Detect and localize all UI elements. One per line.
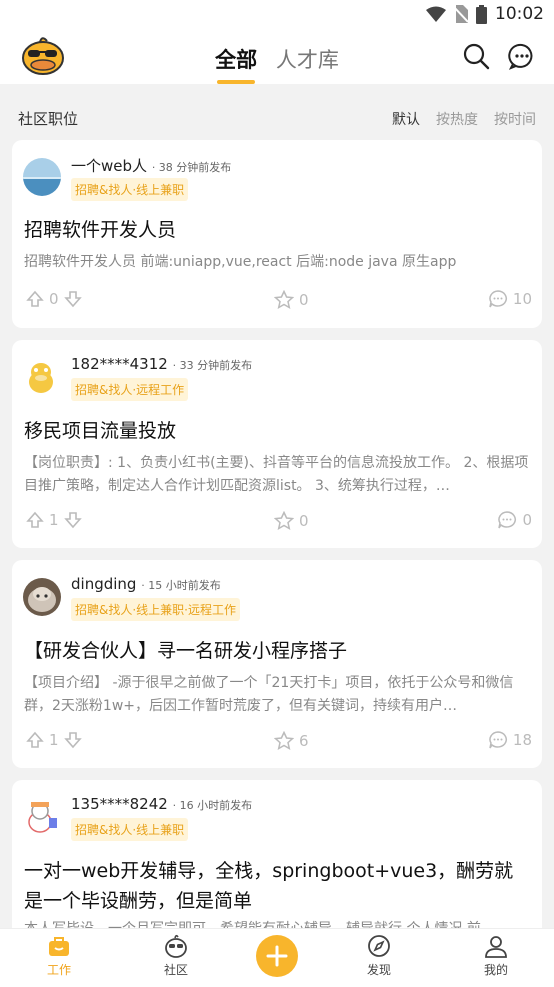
upvote-count: 1: [49, 731, 59, 749]
duck-community-icon: [165, 934, 187, 958]
comment-icon[interactable]: [488, 731, 508, 749]
avatar[interactable]: [23, 798, 61, 836]
sort-by-hot[interactable]: 按热度: [436, 109, 478, 129]
comment-count: 0: [522, 511, 532, 529]
downvote-icon[interactable]: [63, 511, 82, 529]
post-author[interactable]: dingding · 15 小时前发布: [71, 575, 221, 593]
sort-default[interactable]: 默认: [392, 109, 420, 129]
top-header: 全部 人才库: [0, 30, 554, 84]
post-card[interactable]: dingding · 15 小时前发布 招聘&找人·线上兼职·远程工作 【研发合…: [12, 560, 542, 768]
vote-group: 1: [26, 511, 82, 529]
message-icon[interactable]: [508, 42, 536, 70]
nav-work[interactable]: 工作: [19, 933, 99, 978]
filter-bar: 社区职位 默认 按热度 按时间: [0, 100, 554, 134]
add-post-button[interactable]: [256, 935, 298, 977]
status-time: 10:02: [495, 4, 544, 24]
post-card[interactable]: 一个web人 · 38 分钟前发布 招聘&找人·线上兼职 招聘软件开发人员 招聘…: [12, 140, 542, 328]
upvote-icon[interactable]: [26, 290, 44, 308]
downvote-icon[interactable]: [63, 290, 82, 308]
post-time: · 16 小时前发布: [172, 799, 253, 812]
post-tag: 招聘&找人·线上兼职·远程工作: [71, 598, 240, 621]
briefcase-icon: [49, 937, 69, 956]
post-desc: 【项目介绍】 -源于很早之前做了一个「21天打卡」项目，依托于公众号和微信群，2…: [24, 675, 514, 714]
avatar[interactable]: [23, 578, 61, 616]
star-group[interactable]: 0: [274, 290, 309, 310]
vote-group: 1: [26, 731, 82, 749]
star-count: 0: [299, 512, 309, 530]
bottom-nav: 工作 社区 发现 我的: [0, 928, 554, 987]
post-author[interactable]: 182****4312 · 33 分钟前发布: [71, 355, 252, 373]
upvote-icon[interactable]: [26, 511, 44, 529]
comment-icon[interactable]: [497, 511, 517, 529]
comment-count: 10: [512, 290, 532, 308]
status-bar: 10:02: [0, 0, 554, 30]
post-card[interactable]: 135****8242 · 16 小时前发布 招聘&找人·线上兼职 一对一web…: [12, 780, 542, 940]
avatar[interactable]: [23, 358, 61, 396]
comment-group[interactable]: 0: [497, 511, 532, 529]
post-desc: 招聘软件开发人员 前端:uniapp,vue,react 后端:node jav…: [24, 254, 457, 270]
post-title[interactable]: 招聘软件开发人员: [24, 215, 532, 245]
post-title[interactable]: 移民项目流量投放: [24, 416, 532, 446]
person-icon: [485, 936, 507, 958]
post-author[interactable]: 135****8242 · 16 小时前发布: [71, 795, 252, 813]
star-icon[interactable]: [274, 290, 294, 310]
search-icon[interactable]: [462, 42, 490, 70]
post-time: · 38 分钟前发布: [151, 161, 232, 174]
comment-group[interactable]: 18: [488, 731, 532, 749]
upvote-count: 1: [49, 511, 59, 529]
comment-group[interactable]: 10: [488, 290, 532, 308]
post-desc: 【岗位职责】: 1、负责小红书(主要)、抖音等平台的信息流投放工作。 2、根据项…: [24, 455, 529, 494]
nav-discover[interactable]: 发现: [339, 933, 419, 978]
no-sim-icon: [454, 5, 468, 23]
post-title[interactable]: 【研发合伙人】寻一名研发小程序搭子: [24, 636, 532, 666]
vote-group: 0: [26, 290, 82, 308]
post-tag: 招聘&找人·线上兼职: [71, 818, 189, 841]
tab-all[interactable]: 全部: [215, 44, 257, 84]
comment-icon[interactable]: [488, 290, 508, 308]
compass-icon: [368, 935, 390, 957]
post-author[interactable]: 一个web人 · 38 分钟前发布: [71, 155, 231, 176]
star-group[interactable]: 0: [274, 511, 309, 531]
downvote-icon[interactable]: [63, 731, 82, 749]
upvote-count: 0: [49, 290, 59, 308]
post-tag: 招聘&找人·线上兼职: [71, 178, 189, 201]
post-tag: 招聘&找人·远程工作: [71, 378, 189, 401]
upvote-icon[interactable]: [26, 731, 44, 749]
wifi-icon: [426, 6, 446, 22]
nav-community[interactable]: 社区: [136, 933, 216, 978]
battery-icon: [476, 4, 487, 24]
post-title[interactable]: 一对一web开发辅导，全栈，springboot+vue3，酬劳就是一个毕设酬劳…: [24, 856, 532, 916]
sort-by-time[interactable]: 按时间: [494, 109, 536, 129]
post-card[interactable]: 182****4312 · 33 分钟前发布 招聘&找人·远程工作 移民项目流量…: [12, 340, 542, 548]
plus-icon: [266, 945, 288, 967]
star-icon[interactable]: [274, 511, 294, 531]
post-time: · 15 小时前发布: [141, 579, 221, 592]
star-count: 6: [299, 732, 309, 750]
avatar[interactable]: [23, 158, 61, 196]
tab-talent-pool[interactable]: 人才库: [276, 44, 339, 74]
star-count: 0: [299, 291, 309, 309]
comment-count: 18: [512, 731, 532, 749]
section-title: 社区职位: [18, 110, 79, 128]
post-time: · 33 分钟前发布: [172, 359, 253, 372]
nav-me[interactable]: 我的: [456, 933, 536, 978]
star-icon[interactable]: [274, 731, 294, 751]
star-group[interactable]: 6: [274, 731, 309, 751]
